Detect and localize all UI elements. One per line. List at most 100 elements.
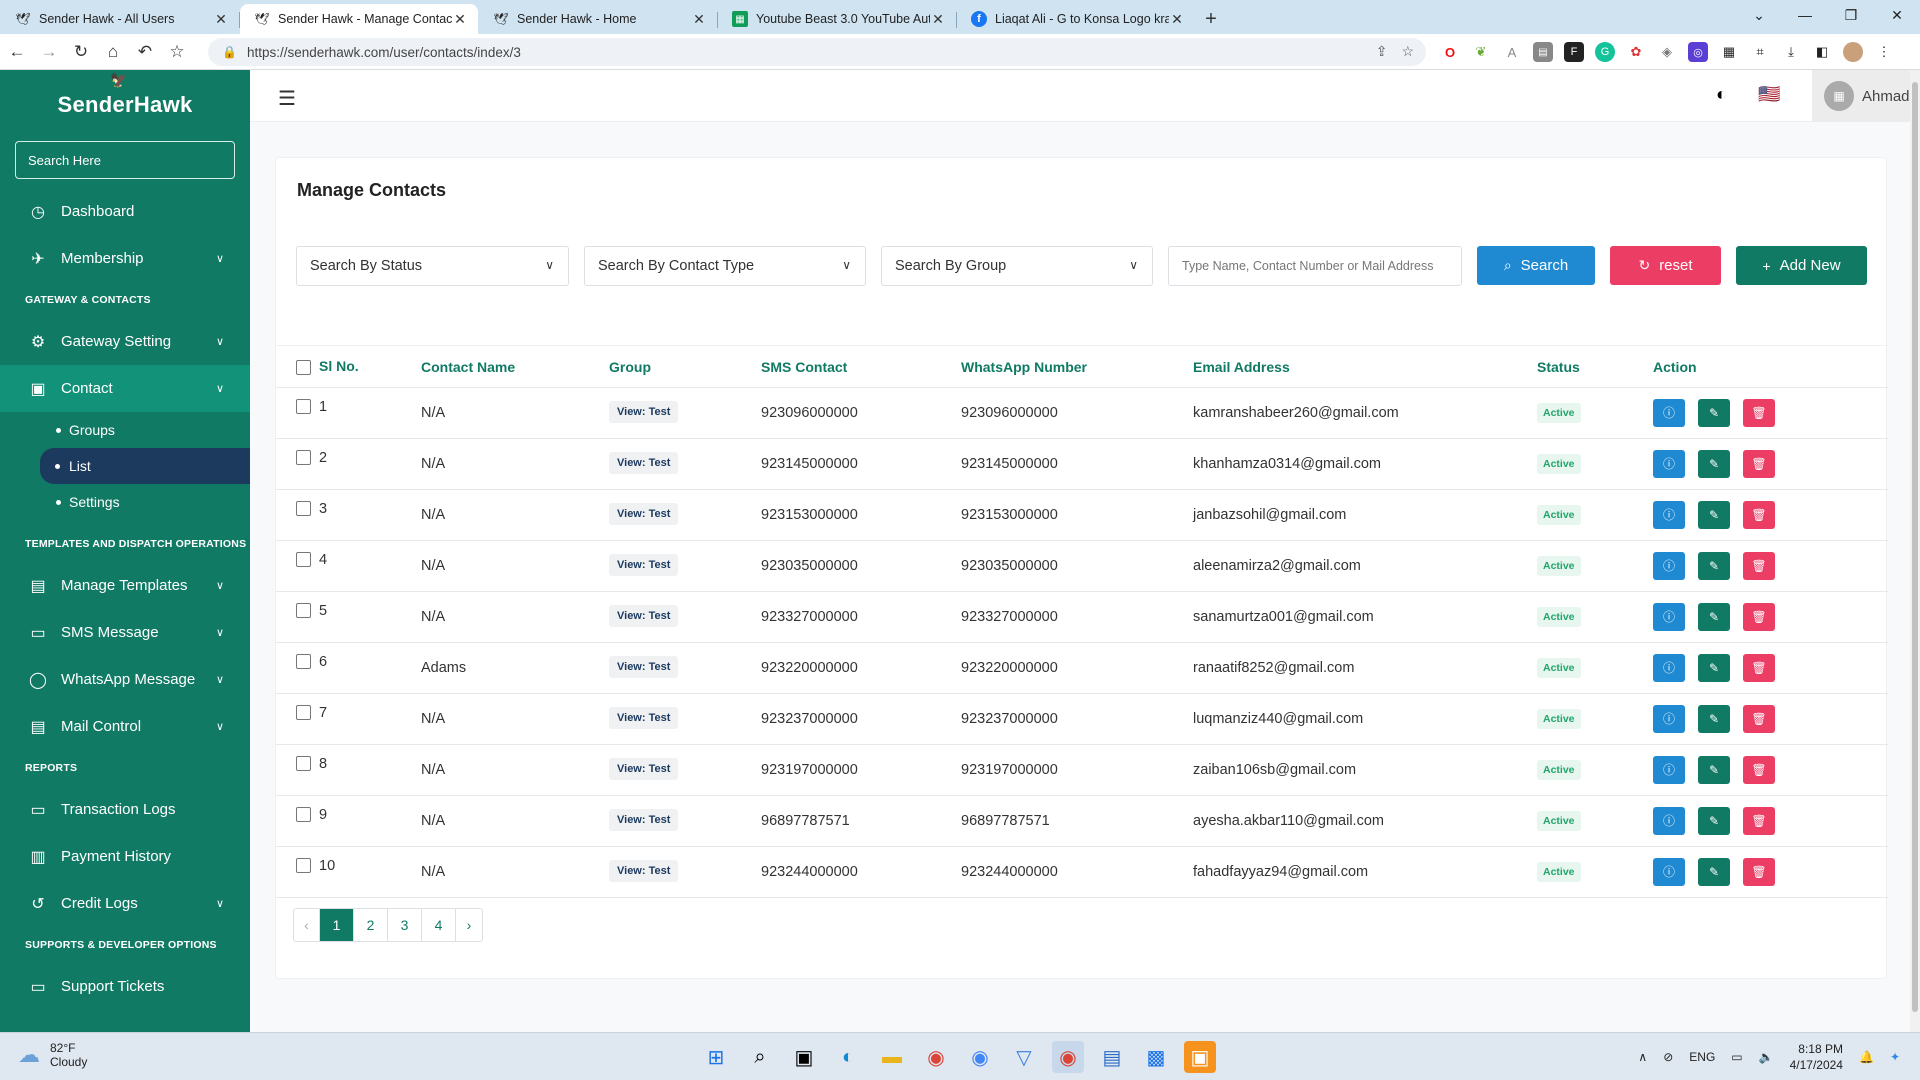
browser-tab[interactable]: 🕊 Sender Hawk - All Users ✕ [1, 4, 240, 34]
delete-button[interactable]: 🗑 [1743, 450, 1775, 479]
apps-extension-icon[interactable]: ▦ [1719, 42, 1739, 62]
delete-button[interactable]: 🗑 [1743, 705, 1775, 734]
edit-button[interactable]: ✎ [1698, 450, 1730, 479]
edit-button[interactable]: ✎ [1698, 858, 1730, 887]
download-icon[interactable]: ⤓ [1781, 42, 1801, 62]
row-checkbox[interactable] [296, 398, 311, 414]
group-badge[interactable]: View: Test [609, 605, 679, 627]
edit-button[interactable]: ✎ [1698, 807, 1730, 836]
edit-button[interactable]: ✎ [1698, 654, 1730, 683]
row-checkbox[interactable] [296, 653, 311, 669]
color-extension-icon[interactable]: ✿ [1626, 42, 1646, 62]
new-tab-button[interactable]: + [1195, 4, 1227, 34]
row-checkbox[interactable] [296, 551, 311, 567]
notepad-icon[interactable]: ▤ [1096, 1041, 1128, 1073]
close-tab-icon[interactable]: ✕ [452, 11, 468, 28]
pagination-prev[interactable]: ‹ [294, 909, 320, 941]
row-checkbox[interactable] [296, 602, 311, 618]
browser-tab[interactable]: ▦ Youtube Beast 3.0 YouTube Auto ✕ [718, 4, 957, 34]
chrome-icon[interactable]: ◉ [920, 1041, 952, 1073]
sidebar-subitem-groups[interactable]: Groups [0, 412, 250, 448]
view-details-button[interactable]: ⓘ [1653, 857, 1685, 886]
sidebar-item-manage-templates[interactable]: ▤ Manage Templates ∨ [0, 562, 250, 609]
language-indicator[interactable]: ENG [1689, 1050, 1715, 1064]
text-extension-icon[interactable]: A [1502, 42, 1522, 62]
row-checkbox[interactable] [296, 806, 311, 822]
group-filter-select[interactable]: Search By Group ∨ [881, 246, 1153, 286]
group-badge[interactable]: View: Test [609, 401, 679, 423]
status-filter-select[interactable]: Search By Status ∨ [296, 246, 569, 286]
star-icon[interactable]: ☆ [1401, 43, 1414, 60]
group-badge[interactable]: View: Test [609, 758, 679, 780]
close-tab-icon[interactable]: ✕ [1169, 11, 1185, 28]
edit-button[interactable]: ✎ [1698, 552, 1730, 581]
network-off-icon[interactable]: ⊘ [1663, 1050, 1673, 1064]
add-new-button[interactable]: + Add New [1736, 246, 1867, 285]
sidebar-subitem-list[interactable]: List [40, 448, 250, 484]
minimize-icon[interactable]: — [1782, 0, 1828, 30]
home-icon[interactable]: ⌂ [98, 37, 128, 67]
brand-logo[interactable]: 🦅 SenderHawk [0, 70, 250, 130]
profile-avatar-icon[interactable] [1843, 42, 1863, 62]
sidebar-item-gateway-setting[interactable]: ⚙ Gateway Setting ∨ [0, 318, 250, 365]
vpn-icon[interactable]: ▽ [1008, 1041, 1040, 1073]
row-checkbox[interactable] [296, 704, 311, 720]
reset-button[interactable]: ↻ reset [1610, 246, 1721, 285]
row-checkbox[interactable] [296, 857, 311, 873]
row-checkbox[interactable] [296, 449, 311, 465]
delete-button[interactable]: 🗑 [1743, 552, 1775, 581]
sidebar-item-sms-message[interactable]: ▭ SMS Message ∨ [0, 609, 250, 656]
browser-tab[interactable]: 🕊 Sender Hawk - Home ✕ [479, 4, 718, 34]
task-view-icon[interactable]: ▣ [788, 1041, 820, 1073]
sidebar-search-input[interactable]: Search Here [15, 141, 235, 179]
user-menu[interactable]: ▦ Ahmad [1812, 70, 1920, 122]
group-badge[interactable]: View: Test [609, 809, 679, 831]
group-badge[interactable]: View: Test [609, 503, 679, 525]
delete-button[interactable]: 🗑 [1743, 603, 1775, 632]
side-panel-icon[interactable]: ◧ [1812, 42, 1832, 62]
sidebar-item-membership[interactable]: ✈ Membership ∨ [0, 235, 250, 282]
pagination-page[interactable]: 1 [320, 909, 354, 941]
chrome-canary-icon[interactable]: ◉ [964, 1041, 996, 1073]
group-badge[interactable]: View: Test [609, 452, 679, 474]
font-extension-icon[interactable]: F [1564, 42, 1584, 62]
pagination-next[interactable]: › [456, 909, 482, 941]
opera-extension-icon[interactable]: O [1440, 42, 1460, 62]
hamburger-menu-icon[interactable]: ☰ [278, 86, 296, 111]
url-field[interactable]: 🔒 https://senderhawk.com/user/contacts/i… [208, 38, 1426, 66]
close-window-icon[interactable]: ✕ [1874, 0, 1920, 30]
close-tab-icon[interactable]: ✕ [930, 11, 946, 28]
edit-button[interactable]: ✎ [1698, 603, 1730, 632]
volume-icon[interactable]: 🔈 [1759, 1050, 1774, 1064]
sidebar-item-support-tickets[interactable]: ▭ Support Tickets [0, 963, 250, 1010]
theme-toggle-icon[interactable]: ◐ [1716, 84, 1727, 105]
remote-desktop-icon[interactable]: ▩ [1140, 1041, 1172, 1073]
weather-widget[interactable]: ☁ 82°F Cloudy [18, 1041, 87, 1069]
leaf-extension-icon[interactable]: ❦ [1471, 42, 1491, 62]
view-details-button[interactable]: ⓘ [1653, 551, 1685, 580]
group-badge[interactable]: View: Test [609, 554, 679, 576]
chrome-profile-icon[interactable]: ◉ [1052, 1041, 1084, 1073]
sidebar-item-contact[interactable]: ▣ Contact ∨ [0, 365, 250, 412]
clock[interactable]: 8:18 PM 4/17/2024 [1790, 1041, 1843, 1073]
view-details-button[interactable]: ⓘ [1653, 653, 1685, 682]
view-details-button[interactable]: ⓘ [1653, 806, 1685, 835]
file-explorer-icon[interactable]: ▬ [876, 1041, 908, 1073]
pagination-page[interactable]: 3 [388, 909, 422, 941]
view-details-button[interactable]: ⓘ [1653, 704, 1685, 733]
forward-arrow-icon[interactable]: → [34, 37, 64, 67]
contact-search-input[interactable]: Type Name, Contact Number or Mail Addres… [1168, 246, 1462, 286]
contact-type-filter-select[interactable]: Search By Contact Type ∨ [584, 246, 866, 286]
restore-icon[interactable]: ❐ [1828, 0, 1874, 30]
crop-extension-icon[interactable]: ⌗ [1750, 42, 1770, 62]
browser-menu-icon[interactable]: ⋮ [1874, 42, 1894, 62]
back-arrow-icon[interactable]: ← [2, 37, 32, 67]
tab-search-icon[interactable]: ⌄ [1736, 0, 1782, 30]
share-icon[interactable]: ⇪ [1376, 43, 1388, 60]
delete-button[interactable]: 🗑 [1743, 501, 1775, 530]
grid-extension-icon[interactable]: ▤ [1533, 42, 1553, 62]
scrollbar-thumb[interactable] [1912, 82, 1918, 1012]
group-badge[interactable]: View: Test [609, 656, 679, 678]
page-scrollbar[interactable] [1910, 70, 1920, 1032]
row-checkbox[interactable] [296, 500, 311, 516]
